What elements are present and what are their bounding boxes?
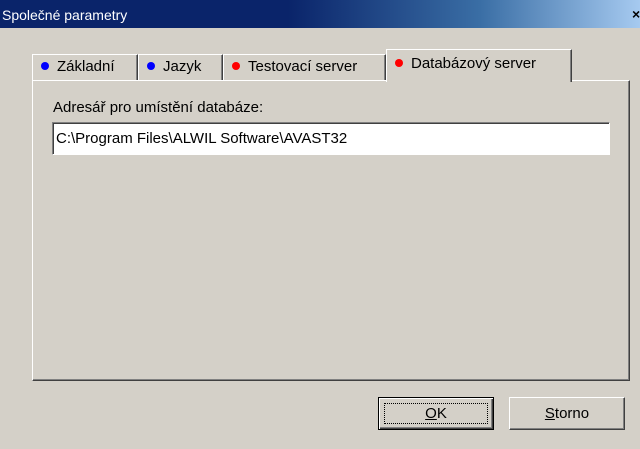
ok-button-label: OK (425, 405, 447, 422)
tab-label: Základní (57, 58, 115, 75)
cancel-button-label: Storno (545, 405, 589, 422)
tab-label: Databázový server (411, 55, 537, 72)
close-icon[interactable]: × (632, 6, 640, 22)
database-path-input[interactable] (52, 122, 610, 155)
blue-dot-icon (147, 62, 155, 70)
tab-testovaci-server[interactable]: Testovací server (223, 54, 386, 80)
ok-label-rest: K (436, 404, 447, 422)
red-dot-icon (395, 59, 403, 67)
dialog-window: Společné parametry × Základní Jazyk Test… (0, 0, 640, 449)
tab-panel: Adresář pro umístění databáze: (32, 80, 630, 381)
tab-databazovy-server[interactable]: Databázový server (386, 49, 572, 82)
ok-button[interactable]: OK (378, 397, 494, 430)
blue-dot-icon (41, 62, 49, 70)
tab-jazyk[interactable]: Jazyk (138, 54, 223, 80)
tab-zakladni[interactable]: Základní (32, 54, 138, 80)
red-dot-icon (232, 62, 240, 70)
window-title: Společné parametry (2, 7, 128, 23)
cancel-button[interactable]: Storno (509, 397, 625, 430)
title-bar[interactable]: Společné parametry × (0, 0, 640, 28)
database-path-label: Adresář pro umístění databáze: (53, 99, 264, 116)
tab-label: Jazyk (163, 58, 202, 75)
tab-label: Testovací server (248, 58, 358, 75)
ok-mnemonic: O (425, 404, 437, 422)
cancel-label-rest: torno (554, 404, 590, 422)
cancel-mnemonic: S (544, 404, 555, 422)
